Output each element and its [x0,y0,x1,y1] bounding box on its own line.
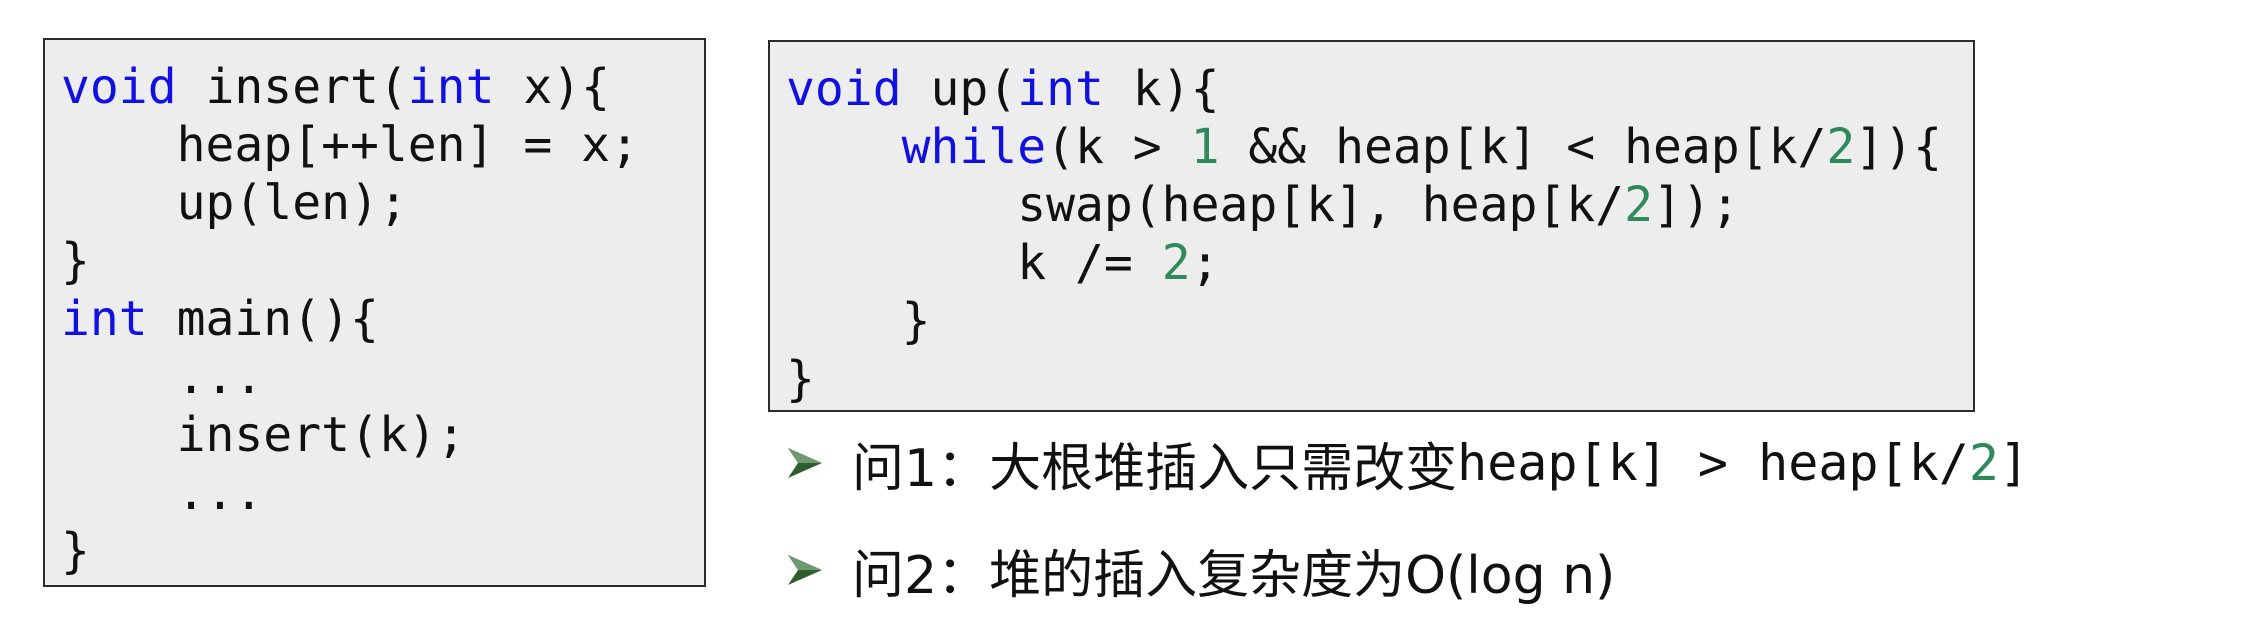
code-number: 2 [1968,434,1999,492]
code-token: ]){ [1855,119,1942,175]
code-line: ... [61,348,704,406]
code-token: ; [1190,235,1220,291]
code-token: insert(k); [61,407,466,463]
code-keyword: int [61,291,148,347]
question-2-text: 问2：堆的插入复杂度为O(log n) [852,545,1616,606]
question-item-1: 问1：大根堆插入只需改变 heap[k] > heap[k/2] [786,427,2029,499]
code-token: heap[++len] = x; [61,117,639,173]
code-line: while(k > 1 && heap[k] < heap[k/2]){ [786,118,1973,176]
up-function-code-block: void up(int k){ while(k > 1 && heap[k] <… [768,40,1975,412]
code-line: heap[++len] = x; [61,116,704,174]
code-keyword: int [407,59,495,115]
code-token: } [786,351,815,407]
code-number: 1 [1190,119,1220,175]
code-line: } [786,292,1973,350]
code-token: } [61,523,90,579]
code-token: } [786,293,931,349]
code-token: } [61,233,90,289]
insert-code-block: void insert(int x){ heap[++len] = x; up(… [43,38,706,587]
code-line: insert(k); [61,406,704,464]
code-line: swap(heap[k], heap[k/2]); [786,176,1973,234]
code-token: k){ [1103,61,1220,117]
code-line: } [61,232,704,290]
arrow-bullet-icon [788,448,822,478]
code-line: int main(){ [61,290,704,348]
code-token: (k > [1046,119,1191,175]
code-line: void up(int k){ [786,60,1973,118]
code-token: heap[k] > heap[k/ [1457,434,1969,492]
code-token: ]); [1652,177,1740,233]
question-list: 问1：大根堆插入只需改变 heap[k] > heap[k/2] 问2：堆的插入… [786,427,2029,641]
code-line: } [61,522,704,580]
arrow-bullet-icon [788,555,822,585]
code-token: ] [1998,434,2030,492]
code-line: } [786,350,1973,408]
code-keyword: void [786,61,902,117]
code-number: 2 [1161,235,1191,291]
code-token: && heap[k] < heap[k/ [1219,119,1827,175]
code-token: swap(heap[k], heap[k/ [786,177,1625,233]
code-token: x){ [494,59,611,115]
code-token: ... [61,349,264,405]
code-number: 2 [1624,177,1653,233]
code-token: up( [901,61,1018,117]
code-token: main(){ [147,291,379,347]
code-keyword: while [901,119,1047,175]
code-token: up(len); [61,175,408,231]
code-token: insert( [176,59,408,115]
code-keyword: int [1017,61,1104,117]
question-1-text: 问1：大根堆插入只需改变 [852,438,1458,499]
code-line: up(len); [61,174,704,232]
code-token: k /= [786,235,1162,291]
code-line: k /= 2; [786,234,1973,292]
code-token: ... [61,465,264,521]
code-line: void insert(int x){ [61,58,704,116]
code-keyword: void [61,59,177,115]
question-1-code: heap[k] > heap[k/2] [1457,434,2029,492]
code-line: ... [61,464,704,522]
code-number: 2 [1826,119,1856,175]
question-item-2: 问2：堆的插入复杂度为O(log n) [786,534,2029,606]
